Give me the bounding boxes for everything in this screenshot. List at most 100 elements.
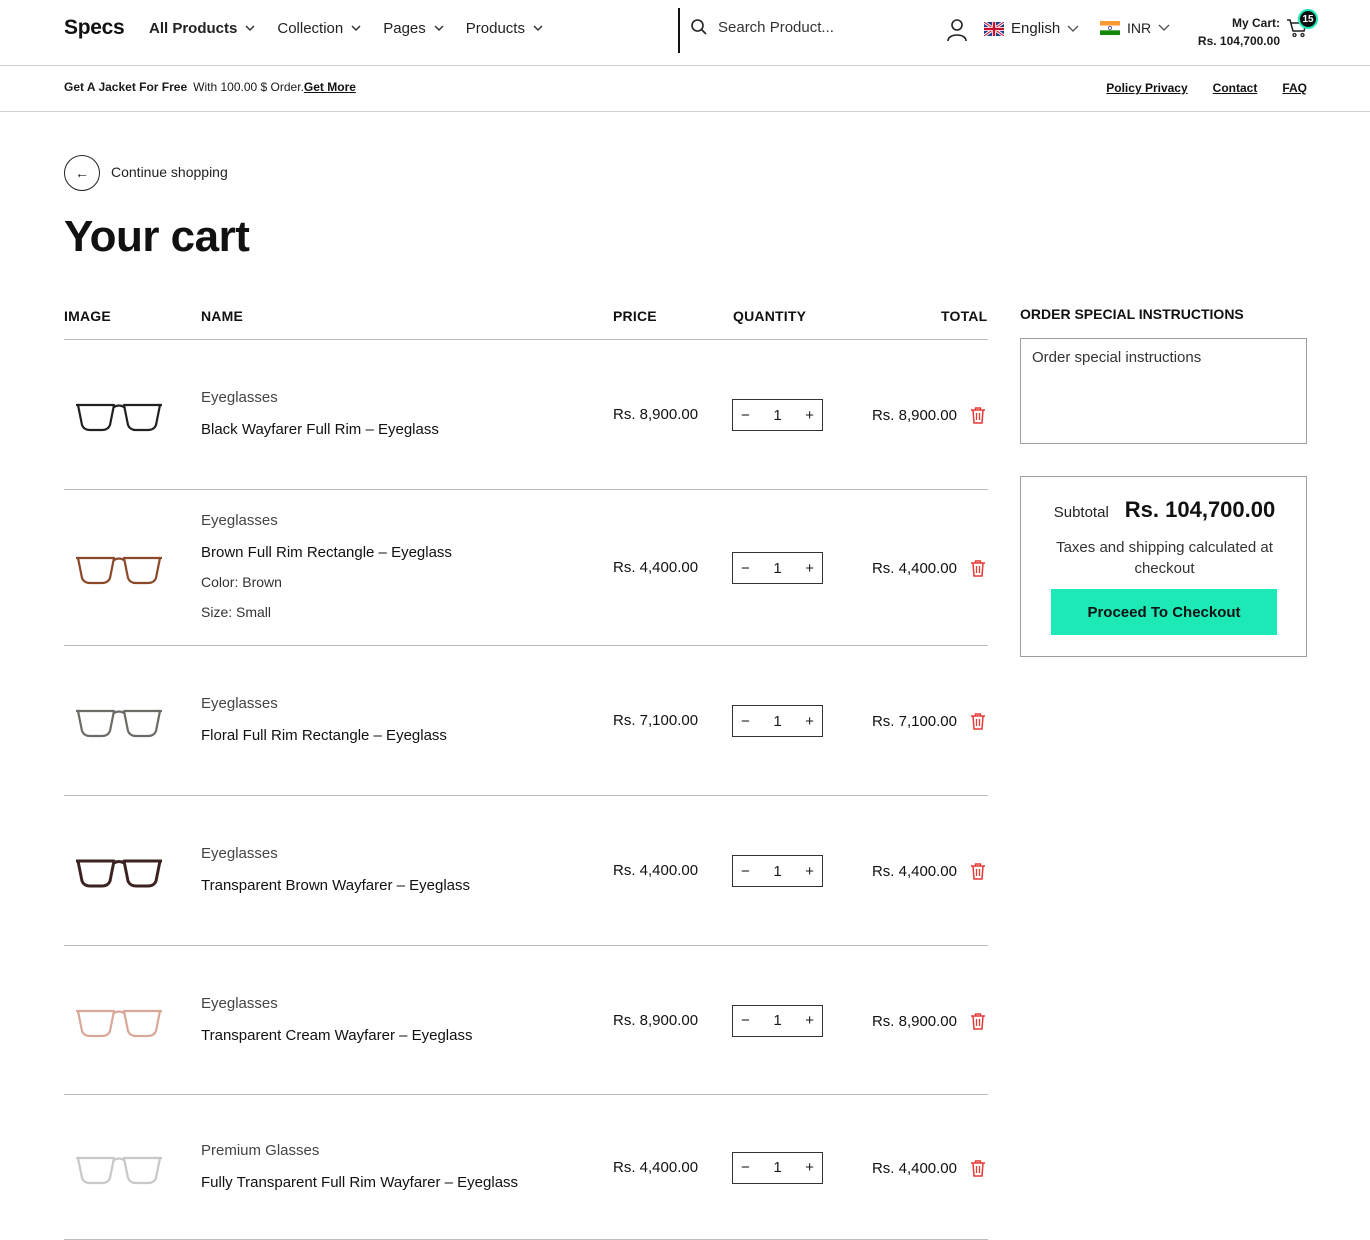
increase-quantity-button[interactable]: + <box>805 863 814 880</box>
product-name-link[interactable]: Transparent Cream Wayfarer – Eyeglass <box>201 1027 473 1044</box>
product-name-link[interactable]: Fully Transparent Full Rim Wayfarer – Ey… <box>201 1174 518 1191</box>
column-header-total: TOTAL <box>941 308 988 324</box>
line-total: Rs. 7,100.00 <box>871 713 957 730</box>
policy-privacy-link[interactable]: Policy Privacy <box>1106 81 1187 95</box>
increase-quantity-button[interactable]: + <box>805 407 814 424</box>
product-image[interactable] <box>74 548 164 588</box>
unit-price: Rs. 4,400.00 <box>613 1158 699 1176</box>
product-name-link[interactable]: Transparent Brown Wayfarer – Eyeglass <box>201 877 470 894</box>
line-total: Rs. 4,400.00 <box>871 1159 957 1177</box>
unit-price: Rs. 4,400.00 <box>613 559 699 576</box>
decrease-quantity-button[interactable]: − <box>741 1159 750 1176</box>
nav-item-all-products[interactable]: All Products <box>149 20 255 37</box>
trash-icon[interactable] <box>970 1159 986 1177</box>
product-image[interactable] <box>74 1148 164 1188</box>
quantity-input[interactable]: 1 <box>773 863 781 880</box>
promo-bold-text: Get A Jacket For Free <box>64 80 188 94</box>
line-total: Rs. 8,900.00 <box>871 407 957 424</box>
trash-icon[interactable] <box>970 712 986 730</box>
currency-selector[interactable]: INR <box>1100 20 1170 36</box>
option-label: Size: <box>201 604 233 620</box>
quantity-input[interactable]: 1 <box>773 1012 781 1029</box>
proceed-to-checkout-button[interactable]: Proceed To Checkout <box>1051 589 1277 635</box>
product-type: Premium Glasses <box>201 1141 320 1159</box>
contact-link[interactable]: Contact <box>1213 81 1258 95</box>
decrease-quantity-button[interactable]: − <box>741 863 750 880</box>
nav-item-label: Collection <box>277 20 344 37</box>
nav-item-pages[interactable]: Pages <box>383 20 444 37</box>
column-header-name: NAME <box>201 308 244 324</box>
quantity-input[interactable]: 1 <box>773 713 781 730</box>
product-image[interactable] <box>74 701 164 741</box>
cart-item-row: Eyeglasses Brown Full Rim Rectangle – Eye… <box>64 490 988 646</box>
nav-item-label: All Products <box>149 20 238 37</box>
trash-icon[interactable] <box>970 406 986 424</box>
search-divider <box>678 8 680 53</box>
user-icon[interactable] <box>946 18 968 42</box>
subtotal-value: Rs. 104,700.00 <box>1124 497 1276 522</box>
product-name-link[interactable]: Floral Full Rim Rectangle – Eyeglass <box>201 727 447 744</box>
increase-quantity-button[interactable]: + <box>805 1012 814 1029</box>
language-label: English <box>1011 20 1061 37</box>
continue-shopping-link[interactable]: Continue shopping <box>111 164 228 180</box>
trash-icon[interactable] <box>970 862 986 880</box>
product-image[interactable] <box>74 1001 164 1041</box>
product-option: Size: Small <box>201 604 271 620</box>
column-header-quantity: QUANTITY <box>733 308 807 324</box>
decrease-quantity-button[interactable]: − <box>741 1012 750 1029</box>
promo-text: With 100.00 $ Order.Get More <box>193 80 356 94</box>
option-value: Small <box>236 604 272 620</box>
trash-icon[interactable] <box>970 1012 986 1030</box>
quantity-input[interactable]: 1 <box>773 1159 781 1176</box>
get-more-link[interactable]: Get More <box>304 80 356 94</box>
arrow-left-icon: ← <box>75 165 89 181</box>
nav-item-products[interactable]: Products <box>466 20 543 37</box>
language-selector[interactable]: English <box>984 20 1079 37</box>
decrease-quantity-button[interactable]: − <box>741 407 750 424</box>
cart-item-row: Eyeglasses Transparent Cream Wayfarer – E… <box>64 946 988 1095</box>
increase-quantity-button[interactable]: + <box>805 713 814 730</box>
cart-item-row: Eyeglasses Transparent Brown Wayfarer – E… <box>64 796 988 946</box>
main-nav: All Products Collection Pages Products <box>149 20 543 37</box>
cart-item-row: Eyeglasses Black Wayfarer Full Rim – Eyeg… <box>64 340 988 490</box>
product-name-link[interactable]: Black Wayfarer Full Rim – Eyeglass <box>201 421 439 438</box>
nav-item-collection[interactable]: Collection <box>277 20 361 37</box>
product-image[interactable] <box>74 395 164 435</box>
decrease-quantity-button[interactable]: − <box>741 560 750 577</box>
decrease-quantity-button[interactable]: − <box>741 713 750 730</box>
promo-detail: With 100.00 $ Order. <box>193 80 304 94</box>
product-type: Eyeglasses <box>201 512 278 529</box>
chevron-down-icon <box>245 25 255 32</box>
search-input[interactable] <box>718 18 918 36</box>
special-instructions-field[interactable] <box>1020 338 1307 444</box>
instructions-label: ORDER SPECIAL INSTRUCTIONS <box>1020 306 1244 322</box>
product-name-link[interactable]: Brown Full Rim Rectangle – Eyeglass <box>201 544 452 561</box>
product-type: Eyeglasses <box>201 994 278 1012</box>
product-image[interactable] <box>74 851 164 891</box>
quantity-stepper: − 1 + <box>732 1151 823 1184</box>
india-flag-icon <box>1100 21 1120 35</box>
cart-count-badge: 15 <box>1298 9 1318 29</box>
faq-link[interactable]: FAQ <box>1282 81 1307 95</box>
trash-icon[interactable] <box>970 559 986 577</box>
nav-item-label: Pages <box>383 20 426 37</box>
search-icon[interactable] <box>690 18 708 36</box>
column-header-price: PRICE <box>613 308 657 324</box>
quantity-input[interactable]: 1 <box>773 407 781 424</box>
increase-quantity-button[interactable]: + <box>805 1159 814 1176</box>
quantity-input[interactable]: 1 <box>773 560 781 577</box>
option-label: Color: <box>201 574 239 590</box>
product-option: Color: Brown <box>201 574 282 590</box>
page-title: Your cart <box>64 212 250 261</box>
currency-label: INR <box>1127 20 1152 36</box>
cart-item-row: Eyeglasses Floral Full Rim Rectangle – Ey… <box>64 646 988 796</box>
chevron-down-icon <box>1067 25 1079 32</box>
tax-note: Taxes and shipping calculated at checkou… <box>1056 539 1273 577</box>
site-logo[interactable]: Specs <box>64 16 125 40</box>
increase-quantity-button[interactable]: + <box>805 560 814 577</box>
back-arrow-button[interactable]: ← <box>64 155 100 191</box>
quantity-stepper: − 1 + <box>732 705 823 737</box>
mini-cart-summary[interactable]: My Cart: Rs. 104,700.00 <box>1180 14 1280 50</box>
line-total: Rs. 8,900.00 <box>871 1012 957 1030</box>
subtotal-line: Subtotal Rs. 104,700.00 <box>1021 497 1308 523</box>
